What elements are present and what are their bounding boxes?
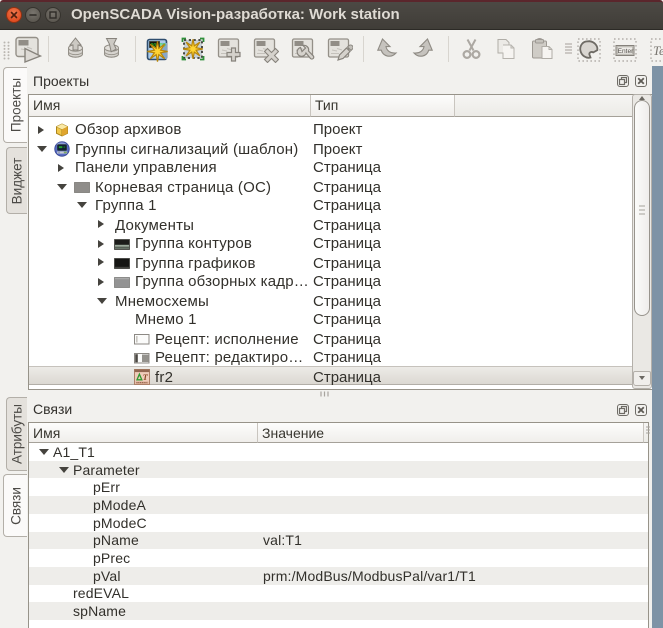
svg-text:Te: Te <box>653 43 663 58</box>
svg-text:T: T <box>143 372 149 382</box>
svg-text:Enter: Enter <box>618 48 635 55</box>
